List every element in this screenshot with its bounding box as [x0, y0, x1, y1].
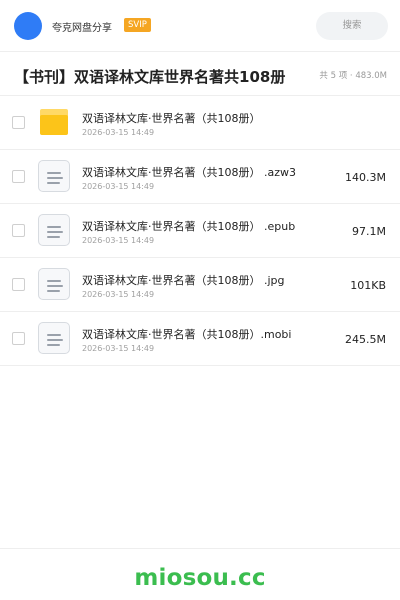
watermark: miosou.cc — [134, 565, 266, 591]
file-date: 2026-03-15 14:49 — [82, 128, 155, 137]
file-name: 双语译林文库·世界名著（共108册） .jpg — [82, 274, 285, 287]
document-icon — [38, 268, 70, 300]
file-date: 2026-03-15 14:49 — [82, 344, 155, 353]
document-icon — [38, 322, 70, 354]
file-date: 2026-03-15 14:49 — [82, 236, 155, 245]
top-bar: 夸克网盘分享 SVIP 搜索 — [0, 0, 400, 52]
search-input[interactable]: 搜索 — [316, 12, 388, 40]
svip-badge: SVIP — [124, 18, 151, 32]
folder-header: 【书刊】双语译林文库世界名著共108册 共 5 项 · 483.0M — [0, 52, 400, 96]
row-checkbox[interactable] — [12, 116, 25, 129]
page-title: 【书刊】双语译林文库世界名著共108册 — [14, 68, 286, 86]
row-checkbox[interactable] — [12, 278, 25, 291]
file-row-azw3[interactable]: 双语译林文库·世界名著（共108册） .azw3 2026-03-15 14:4… — [0, 150, 400, 204]
file-row-mobi[interactable]: 双语译林文库·世界名著（共108册）.mobi 2026-03-15 14:49… — [0, 312, 400, 366]
app-name: 夸克网盘分享 — [52, 23, 112, 34]
folder-summary: 共 5 项 · 483.0M — [319, 71, 387, 81]
file-name: 双语译林文库·世界名著（共108册） .azw3 — [82, 166, 296, 179]
file-name: 双语译林文库·世界名著（共108册） — [82, 112, 261, 125]
document-icon — [38, 214, 70, 246]
footer: miosou.cc — [0, 548, 400, 600]
file-name: 双语译林文库·世界名著（共108册）.mobi — [82, 328, 292, 341]
row-checkbox[interactable] — [12, 170, 25, 183]
row-checkbox[interactable] — [12, 332, 25, 345]
document-icon — [38, 160, 70, 192]
folder-icon — [40, 109, 68, 135]
file-size: 140.3M — [345, 171, 386, 184]
avatar[interactable] — [14, 12, 42, 40]
file-row-jpg[interactable]: 双语译林文库·世界名著（共108册） .jpg 2026-03-15 14:49… — [0, 258, 400, 312]
file-size: 101KB — [350, 279, 386, 292]
file-size: 97.1M — [352, 225, 386, 238]
file-row-epub[interactable]: 双语译林文库·世界名著（共108册） .epub 2026-03-15 14:4… — [0, 204, 400, 258]
file-date: 2026-03-15 14:49 — [82, 182, 155, 191]
file-row-folder[interactable]: 双语译林文库·世界名著（共108册） 2026-03-15 14:49 — [0, 96, 400, 150]
row-checkbox[interactable] — [12, 224, 25, 237]
file-name: 双语译林文库·世界名著（共108册） .epub — [82, 220, 296, 233]
file-date: 2026-03-15 14:49 — [82, 290, 155, 299]
file-size: 245.5M — [345, 333, 386, 346]
